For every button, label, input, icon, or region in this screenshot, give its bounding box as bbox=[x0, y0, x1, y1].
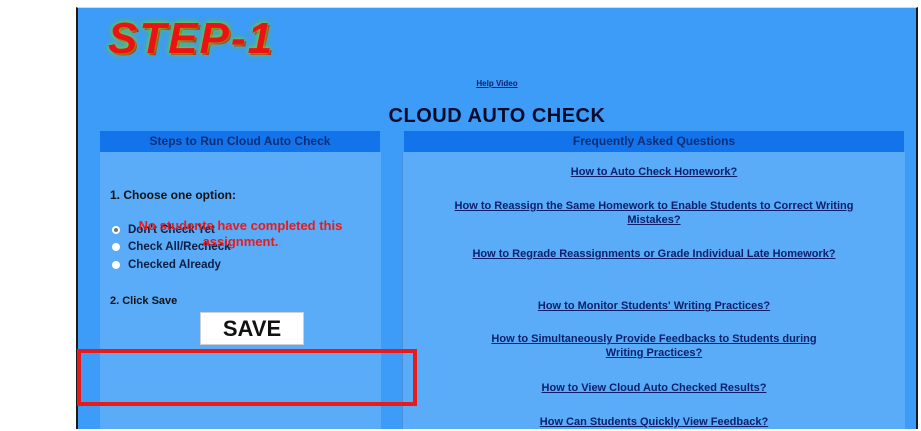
faq-link-regrade[interactable]: How to Regrade Reassignments or Grade In… bbox=[403, 247, 905, 261]
no-completions-notice: No students have completed this assignme… bbox=[138, 218, 343, 249]
step1-label: 1. Choose one option: bbox=[110, 188, 236, 202]
save-button[interactable]: SAVE bbox=[200, 312, 304, 345]
radio-checked-already[interactable] bbox=[112, 260, 120, 269]
faq-link-monitor[interactable]: How to Monitor Students' Writing Practic… bbox=[403, 299, 905, 313]
option-label: Checked Already bbox=[128, 259, 221, 271]
faq-link-student-feedback[interactable]: How Can Students Quickly View Feedback? bbox=[403, 415, 905, 429]
faq-header: Frequently Asked Questions bbox=[404, 131, 904, 152]
notice-highlight-box bbox=[77, 349, 417, 406]
option-checked-already[interactable]: Checked Already bbox=[112, 259, 221, 271]
page-title: CLOUD AUTO CHECK bbox=[388, 105, 606, 127]
faq-panel: How to Auto Check Homework? How to Reass… bbox=[402, 152, 905, 429]
faq-link-view-results[interactable]: How to View Cloud Auto Checked Results? bbox=[403, 381, 905, 395]
faq-link-auto-check[interactable]: How to Auto Check Homework? bbox=[403, 165, 905, 179]
faq-link-feedbacks[interactable]: How to Simultaneously Provide Feedbacks … bbox=[403, 332, 905, 360]
step2-label: 2. Click Save bbox=[110, 295, 178, 307]
faq-link-reassign[interactable]: How to Reassign the Same Homework to Ena… bbox=[403, 199, 905, 227]
help-video-link[interactable]: Help Video bbox=[78, 79, 916, 88]
step-title: STEP-1 bbox=[108, 14, 275, 63]
steps-header: Steps to Run Cloud Auto Check bbox=[100, 131, 380, 152]
